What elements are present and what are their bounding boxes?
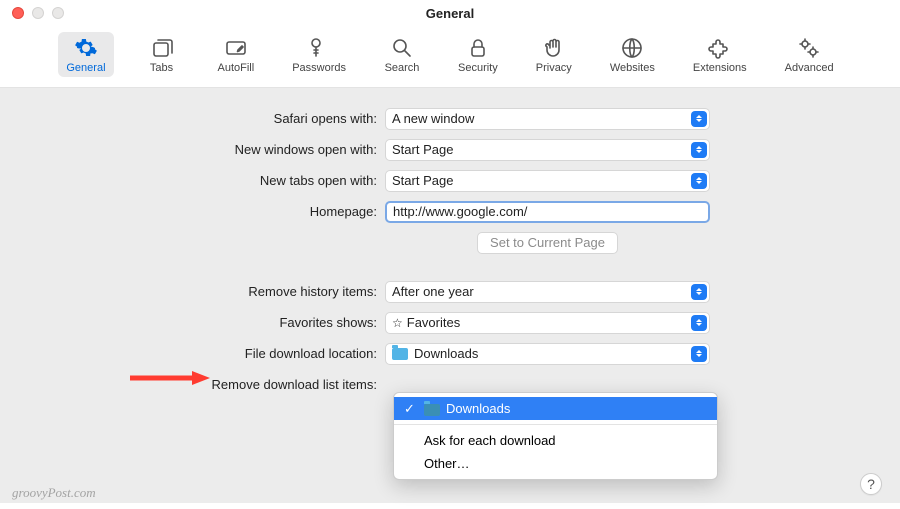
label-favorites-shows: Favorites shows:	[0, 315, 385, 330]
titlebar: General	[0, 0, 900, 26]
search-icon	[390, 36, 414, 60]
chevron-icon	[691, 111, 707, 127]
tab-passwords[interactable]: Passwords	[284, 32, 354, 77]
tab-search[interactable]: Search	[376, 32, 428, 77]
tab-label: AutoFill	[218, 62, 255, 74]
tab-label: Websites	[610, 62, 655, 74]
preferences-toolbar: General Tabs AutoFill Passwords Search S…	[0, 26, 900, 88]
tab-advanced[interactable]: Advanced	[777, 32, 842, 77]
globe-icon	[620, 36, 644, 60]
chevron-icon	[691, 315, 707, 331]
tab-label: Privacy	[536, 62, 572, 74]
chevron-icon	[691, 173, 707, 189]
puzzle-icon	[708, 36, 732, 60]
help-button[interactable]: ?	[860, 473, 882, 495]
tab-label: Extensions	[693, 62, 747, 74]
menu-separator	[394, 424, 717, 425]
menu-item-other[interactable]: Other…	[394, 452, 717, 475]
watermark: groovyPost.com	[12, 485, 96, 501]
label-homepage: Homepage:	[0, 204, 385, 219]
menu-item-downloads[interactable]: Downloads	[394, 397, 717, 420]
annotation-arrow	[130, 370, 210, 386]
tab-general[interactable]: General	[58, 32, 113, 77]
folder-icon	[424, 404, 440, 416]
chevron-icon	[691, 142, 707, 158]
label-remove-history: Remove history items:	[0, 284, 385, 299]
tab-label: Search	[385, 62, 420, 74]
label-new-windows: New windows open with:	[0, 142, 385, 157]
tab-security[interactable]: Security	[450, 32, 506, 77]
lock-icon	[466, 36, 490, 60]
folder-icon	[392, 348, 408, 360]
window-controls	[12, 7, 64, 19]
tab-extensions[interactable]: Extensions	[685, 32, 755, 77]
window-title: General	[0, 6, 900, 21]
star-icon: ☆	[392, 316, 403, 330]
select-new-tabs[interactable]: Start Page	[385, 170, 710, 192]
homepage-input[interactable]	[385, 201, 710, 223]
tab-autofill[interactable]: AutoFill	[210, 32, 263, 77]
menu-item-ask[interactable]: Ask for each download	[394, 429, 717, 452]
tab-label: Passwords	[292, 62, 346, 74]
select-favorites-shows[interactable]: ☆Favorites	[385, 312, 710, 334]
set-current-page-button[interactable]: Set to Current Page	[477, 232, 618, 254]
tab-label: Security	[458, 62, 498, 74]
tab-privacy[interactable]: Privacy	[528, 32, 580, 77]
tab-label: Advanced	[785, 62, 834, 74]
gear-icon	[74, 36, 98, 60]
select-safari-opens-with[interactable]: A new window	[385, 108, 710, 130]
select-remove-history[interactable]: After one year	[385, 281, 710, 303]
pencil-icon	[224, 36, 248, 60]
tab-tabs[interactable]: Tabs	[136, 32, 188, 77]
gears-icon	[797, 36, 821, 60]
close-icon[interactable]	[12, 7, 24, 19]
tab-label: General	[66, 62, 105, 74]
select-new-windows[interactable]: Start Page	[385, 139, 710, 161]
hand-icon	[542, 36, 566, 60]
zoom-icon[interactable]	[52, 7, 64, 19]
minimize-icon[interactable]	[32, 7, 44, 19]
tabs-icon	[150, 36, 174, 60]
chevron-icon	[691, 346, 707, 362]
tab-label: Tabs	[150, 62, 173, 74]
label-download-location: File download location:	[0, 346, 385, 361]
label-new-tabs: New tabs open with:	[0, 173, 385, 188]
select-download-location[interactable]: Downloads	[385, 343, 710, 365]
download-location-menu[interactable]: Downloads Ask for each download Other…	[393, 392, 718, 480]
tab-websites[interactable]: Websites	[602, 32, 663, 77]
key-icon	[307, 36, 331, 60]
label-safari-opens-with: Safari opens with:	[0, 111, 385, 126]
chevron-icon	[691, 284, 707, 300]
